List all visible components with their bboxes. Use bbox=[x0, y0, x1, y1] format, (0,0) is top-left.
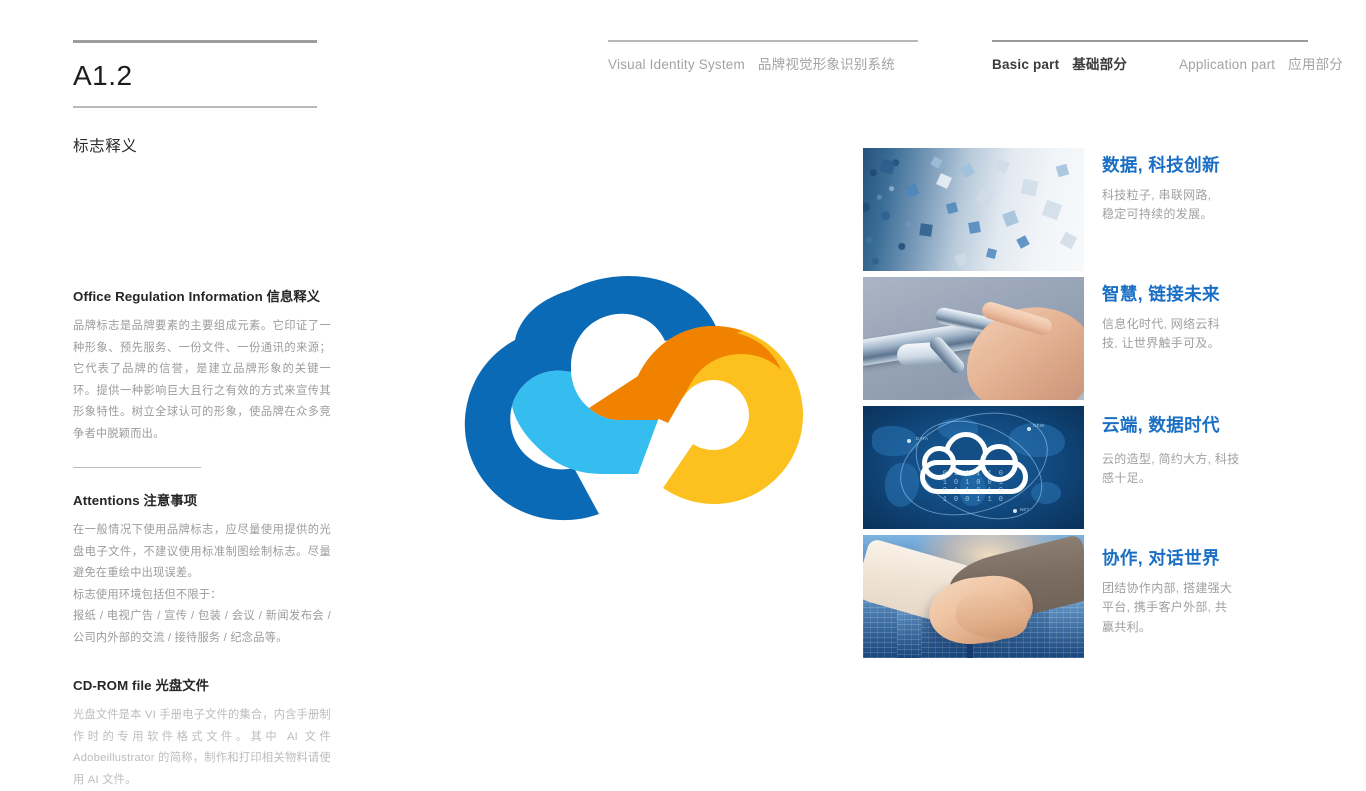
media-desc-line: 信息化时代, 网络云科 bbox=[1102, 317, 1220, 331]
media-row: 数据, 科技创新 科技粒子, 串联网路, 稳定可持续的发展。 bbox=[863, 148, 1333, 276]
binary-digits: 0 1 0 1 1 0 1 0 1 0 0 1 0 1 1 0 1 0 1 0 … bbox=[942, 469, 1005, 505]
header-rule-bottom bbox=[73, 106, 317, 108]
media-desc-line: 技, 让世界触手可及。 bbox=[1102, 336, 1220, 351]
block-title-attentions: Attentions 注意事项 bbox=[73, 493, 198, 508]
media-text: 智慧, 链接未来 信息化时代, 网络云科 技, 让世界触手可及。 bbox=[1102, 281, 1330, 354]
nav-label-vis-en: Visual Identity System bbox=[608, 57, 745, 72]
media-title: 数据, 科技创新 bbox=[1102, 155, 1220, 175]
attentions-paragraph-2: 标志使用环境包括但不限于： bbox=[73, 588, 222, 601]
nav-tab-application-part-en[interactable]: Application part bbox=[1179, 57, 1275, 72]
media-row: DATA NEW NET 0 1 0 1 1 0 1 0 1 0 0 1 0 1… bbox=[863, 406, 1333, 534]
block-title-office-regulation: Office Regulation Information 信息释义 bbox=[73, 289, 321, 304]
block-body-attentions: 在一般情况下使用品牌标志，应尽量使用提供的光盘电子文件，不建议使用标准制图绘制标… bbox=[73, 520, 331, 649]
media-row: 智慧, 链接未来 信息化时代, 网络云科 技, 让世界触手可及。 bbox=[863, 277, 1333, 405]
thumb2-canvas bbox=[863, 277, 1084, 400]
media-description: 云的造型, 简约大方, 科技 感十足。 bbox=[1102, 450, 1330, 489]
robot-hand-human-finger-photo bbox=[863, 277, 1084, 400]
media-desc-line: 云的造型, 简约大方, 科技 bbox=[1102, 452, 1240, 466]
vi-manual-page: Visual Identity System 品牌视觉形象识别系统 Basic … bbox=[0, 0, 1366, 786]
media-text: 协作, 对话世界 团结协作内部, 搭建强大 平台, 携手客户外部, 共 赢共利。 bbox=[1102, 545, 1330, 637]
media-desc-line: 平台, 携手客户外部, 共 bbox=[1102, 600, 1228, 615]
nav-tab-basic-part-cn[interactable]: 基础部分 bbox=[1072, 53, 1127, 73]
nav-items-right: Basic part 基础部分 Application part 应用部分 bbox=[992, 53, 1343, 73]
media-description: 信息化时代, 网络云科 技, 让世界触手可及。 bbox=[1102, 315, 1330, 354]
media-text: 云端, 数据时代 云的造型, 简约大方, 科技 感十足。 bbox=[1102, 412, 1330, 489]
media-description: 科技粒子, 串联网路, 稳定可持续的发展。 bbox=[1102, 186, 1330, 225]
block-attentions: Attentions 注意事项 在一般情况下使用品牌标志，应尽量使用提供的光盘电… bbox=[73, 490, 331, 649]
nav-rule-right bbox=[992, 40, 1308, 42]
nav-group-parts: Basic part 基础部分 Application part 应用部分 bbox=[992, 40, 1343, 73]
cloud-logo-svg bbox=[464, 275, 803, 521]
block-divider-1 bbox=[73, 467, 201, 468]
media-title: 协作, 对话世界 bbox=[1102, 548, 1220, 568]
media-title: 云端, 数据时代 bbox=[1102, 415, 1220, 435]
media-description: 团结协作内部, 搭建强大 平台, 携手客户外部, 共 赢共利。 bbox=[1102, 579, 1330, 637]
nav-rule-left bbox=[608, 40, 918, 42]
media-desc-line: 感十足。 bbox=[1102, 471, 1152, 486]
block-body-cdrom-file: 光盘文件是本 VI 手册电子文件的集合，内含手册制作时的专用软件格式文件。其中 … bbox=[73, 709, 331, 786]
media-list: 数据, 科技创新 科技粒子, 串联网路, 稳定可持续的发展。 智慧, 链接未来 … bbox=[863, 148, 1333, 664]
nav-group-system: Visual Identity System 品牌视觉形象识别系统 bbox=[608, 40, 918, 73]
block-office-regulation: Office Regulation Information 信息释义 品牌标志是… bbox=[73, 286, 331, 445]
nav-tab-basic-part-en[interactable]: Basic part bbox=[992, 57, 1059, 72]
block-body-office-regulation: 品牌标志是品牌要素的主要组成元素。它印证了一种形象、预先服务、一份文件、一份通讯… bbox=[73, 320, 331, 440]
attentions-paragraph-1: 在一般情况下使用品牌标志，应尽量使用提供的光盘电子文件，不建议使用标准制图绘制标… bbox=[73, 524, 331, 579]
page-code: A1.2 bbox=[73, 60, 133, 91]
nav-items-left: Visual Identity System 品牌视觉形象识别系统 bbox=[608, 53, 918, 73]
node-label: NEW bbox=[1033, 423, 1045, 429]
attentions-paragraph-3: 报纸 / 电视广告 / 宣传 / 包装 / 会议 / 新闻发布会 / 公司内外部… bbox=[73, 610, 331, 644]
media-desc-line: 赢共利。 bbox=[1102, 619, 1152, 634]
thumb4-canvas bbox=[863, 535, 1084, 658]
block-title-cdrom-file: CD-ROM file 光盘文件 bbox=[73, 678, 210, 693]
handshake-skyscrapers-photo bbox=[863, 535, 1084, 658]
top-navigation: Visual Identity System 品牌视觉形象识别系统 Basic … bbox=[608, 40, 1343, 80]
thumb1-canvas bbox=[863, 148, 1084, 271]
thumb3-canvas: DATA NEW NET 0 1 0 1 1 0 1 0 1 0 0 1 0 1… bbox=[863, 406, 1084, 529]
media-desc-line: 科技粒子, 串联网路, bbox=[1102, 188, 1212, 202]
cloud-logo bbox=[452, 268, 824, 530]
left-text-column: Office Regulation Information 信息释义 品牌标志是… bbox=[73, 286, 331, 791]
media-desc-line: 团结协作内部, 搭建强大 bbox=[1102, 581, 1233, 595]
blue-cubes-particles-photo bbox=[863, 148, 1084, 271]
media-desc-line: 稳定可持续的发展。 bbox=[1102, 207, 1213, 222]
nav-label-vis-cn: 品牌视觉形象识别系统 bbox=[757, 57, 895, 72]
block-cdrom-file: CD-ROM file 光盘文件 光盘文件是本 VI 手册电子文件的集合，内含手… bbox=[73, 675, 331, 791]
cloud-world-map-data-photo: DATA NEW NET 0 1 0 1 1 0 1 0 1 0 0 1 0 1… bbox=[863, 406, 1084, 529]
page-title: 标志释义 bbox=[73, 138, 138, 155]
nav-tab-application-part-cn[interactable]: 应用部分 bbox=[1288, 53, 1343, 73]
node-label: NET bbox=[1019, 506, 1030, 512]
media-title: 智慧, 链接未来 bbox=[1102, 284, 1220, 304]
document-header: A1.2 标志释义 bbox=[73, 40, 317, 156]
media-text: 数据, 科技创新 科技粒子, 串联网路, 稳定可持续的发展。 bbox=[1102, 152, 1330, 225]
header-rule-top bbox=[73, 40, 317, 43]
media-row: 协作, 对话世界 团结协作内部, 搭建强大 平台, 携手客户外部, 共 赢共利。 bbox=[863, 535, 1333, 663]
